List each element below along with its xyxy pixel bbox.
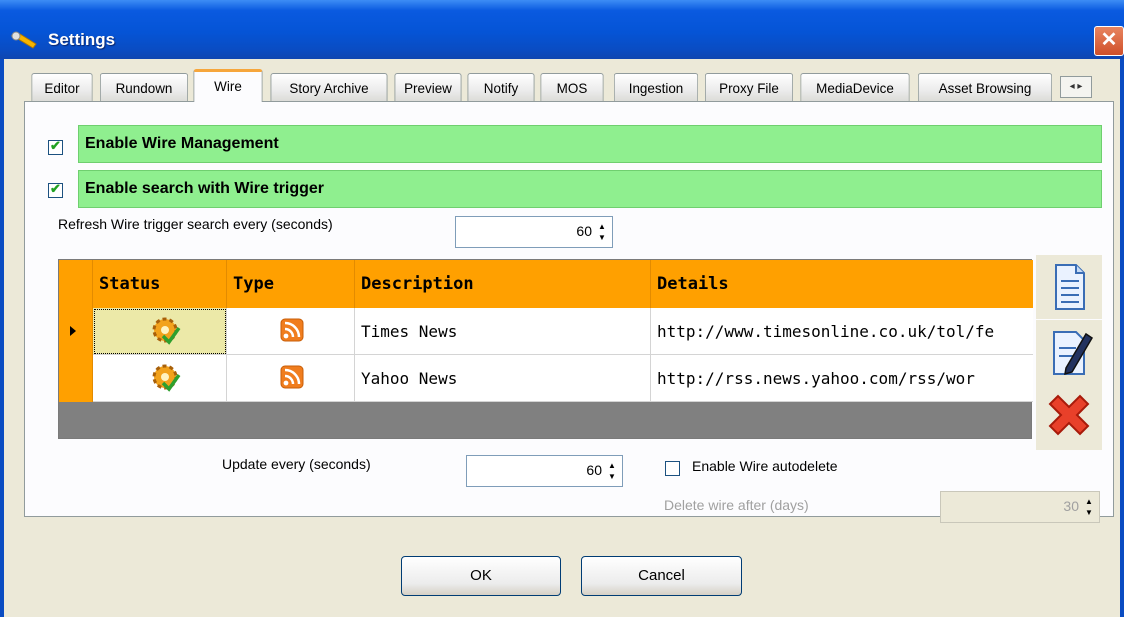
tab-scroll-arrows[interactable]: ◂ ▸ <box>1060 76 1092 98</box>
wire-autodelete-checkbox[interactable] <box>665 461 680 476</box>
ok-button[interactable]: OK <box>401 556 561 596</box>
row-selector[interactable] <box>59 308 93 355</box>
update-interval-value: 60 <box>586 462 602 478</box>
rss-feed-icon <box>280 365 304 389</box>
status-ok-gear-icon <box>152 317 181 345</box>
spin-arrows-icon[interactable]: ▲ ▼ <box>594 221 610 243</box>
status-cell[interactable] <box>93 355 227 402</box>
wire-autodelete-label[interactable]: Enable Wire autodelete <box>692 458 838 474</box>
spin-arrows-icon[interactable]: ▲ ▼ <box>604 460 620 482</box>
tab-media-device[interactable]: MediaDevice <box>800 73 910 101</box>
new-feed-button[interactable] <box>1036 255 1102 319</box>
details-cell[interactable]: http://www.timesonline.co.uk/tol/fe <box>651 308 1033 355</box>
type-cell[interactable] <box>227 355 355 402</box>
delete-x-icon <box>1048 394 1090 436</box>
tab-notify[interactable]: Notify <box>467 73 535 101</box>
refresh-interval-label: Refresh Wire trigger search every (secon… <box>58 216 333 232</box>
refresh-interval-stepper[interactable]: 60 ▲ ▼ <box>455 216 613 248</box>
enable-wire-search-checkbox[interactable]: ✔ <box>48 181 63 198</box>
close-button[interactable]: ✕ <box>1094 26 1124 56</box>
status-cell[interactable] <box>93 308 227 355</box>
description-cell[interactable]: Times News <box>355 308 651 355</box>
enable-wire-search-label[interactable]: Enable search with Wire trigger <box>78 170 1102 208</box>
wrench-icon <box>10 31 37 49</box>
status-ok-gear-icon <box>152 364 181 392</box>
tab-ingestion[interactable]: Ingestion <box>613 73 699 101</box>
edit-feed-button[interactable] <box>1036 320 1102 384</box>
row-selector[interactable] <box>59 355 93 402</box>
current-row-arrow-icon <box>70 326 76 336</box>
column-header-description[interactable]: Description <box>355 260 651 308</box>
type-cell[interactable] <box>227 308 355 355</box>
tab-editor[interactable]: Editor <box>31 73 93 101</box>
delete-after-value: 30 <box>1063 498 1079 514</box>
details-cell[interactable]: http://rss.news.yahoo.com/rss/wor <box>651 355 1033 402</box>
grid-corner <box>59 260 93 308</box>
checkmark-icon: ✔ <box>50 138 61 153</box>
refresh-interval-value: 60 <box>576 223 592 239</box>
column-header-type[interactable]: Type <box>227 260 355 308</box>
delete-after-stepper[interactable]: 30 ▲ ▼ <box>940 491 1100 523</box>
tab-preview[interactable]: Preview <box>394 73 462 101</box>
window-title: Settings <box>48 30 116 49</box>
edit-document-icon <box>1053 331 1094 376</box>
column-header-details[interactable]: Details <box>651 260 1033 308</box>
column-header-status[interactable]: Status <box>93 260 227 308</box>
tab-wire[interactable]: Wire <box>193 69 263 102</box>
table-row[interactable]: Yahoo News http://rss.news.yahoo.com/rss… <box>59 355 1033 402</box>
update-interval-label: Update every (seconds) <box>222 456 371 472</box>
grid-header: Status Type Description Details <box>59 260 1033 308</box>
new-document-icon <box>1055 264 1085 310</box>
description-cell[interactable]: Yahoo News <box>355 355 651 402</box>
enable-wire-management-checkbox[interactable]: ✔ <box>48 138 63 155</box>
enable-wire-management-label[interactable]: Enable Wire Management <box>78 125 1102 163</box>
tab-proxy-file[interactable]: Proxy File <box>704 73 794 101</box>
title-bar[interactable]: Settings ✕ <box>0 0 1124 59</box>
tab-mos[interactable]: MOS <box>540 73 604 101</box>
table-row[interactable]: Times News http://www.timesonline.co.uk/… <box>59 308 1033 355</box>
delete-after-label: Delete wire after (days) <box>664 497 809 513</box>
wire-feed-grid: Status Type Description Details Times Ne… <box>58 259 1033 439</box>
delete-feed-button[interactable] <box>1036 384 1102 450</box>
cancel-button[interactable]: Cancel <box>581 556 742 596</box>
tab-asset-browsing[interactable]: Asset Browsing <box>917 73 1053 101</box>
checkmark-icon: ✔ <box>50 181 61 196</box>
update-interval-stepper[interactable]: 60 ▲ ▼ <box>466 455 623 487</box>
spin-arrows-icon[interactable]: ▲ ▼ <box>1081 496 1097 518</box>
tab-rundown[interactable]: Rundown <box>99 73 189 101</box>
tab-story-archive[interactable]: Story Archive <box>270 73 388 101</box>
rss-feed-icon <box>280 318 304 342</box>
